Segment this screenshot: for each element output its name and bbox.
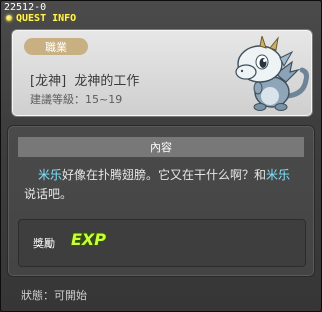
title-marker-icon xyxy=(6,15,12,21)
quest-title: [龙神] 龙神的工作 xyxy=(30,70,139,89)
recommended-level: 建議等級：15~19 xyxy=(30,93,123,106)
exp-reward-icon[interactable]: EXP xyxy=(71,230,106,249)
reward-label: 獎勵 xyxy=(33,237,55,250)
quest-category: [龙神] xyxy=(30,74,67,89)
window-title-bar[interactable]: QUEST INFO xyxy=(6,11,76,25)
reward-box: 獎勵 EXP xyxy=(18,219,306,267)
baby-dragon-icon xyxy=(235,36,309,111)
quest-status: 狀態：可開始 xyxy=(21,289,87,302)
quest-info-window: 22512-0 QUEST INFO 職業 [龙神] 龙神的工作 建議等級：15… xyxy=(0,0,322,312)
quest-summary-panel: 職業 [龙神] 龙神的工作 建議等級：15~19 xyxy=(11,29,313,117)
quest-dialog-text: 米乐好像在扑腾翅膀。它又在干什么啊？和米乐说话吧。 xyxy=(24,166,298,204)
job-badge: 職業 xyxy=(24,38,88,55)
quest-content-panel: 內容 米乐好像在扑腾翅膀。它又在干什么啊？和米乐说话吧。 獎勵 EXP xyxy=(7,125,315,277)
npc-name-link[interactable]: 米乐 xyxy=(38,168,62,182)
npc-name-link[interactable]: 米乐 xyxy=(266,168,290,182)
dialog-text-part: 说话吧。 xyxy=(24,187,73,201)
content-section-header: 內容 xyxy=(18,137,304,157)
dialog-text-part: 好像在扑腾翅膀。它又在干什么啊？和 xyxy=(62,168,267,182)
window-title: QUEST INFO xyxy=(16,12,77,24)
quest-name: 龙神的工作 xyxy=(74,74,140,89)
